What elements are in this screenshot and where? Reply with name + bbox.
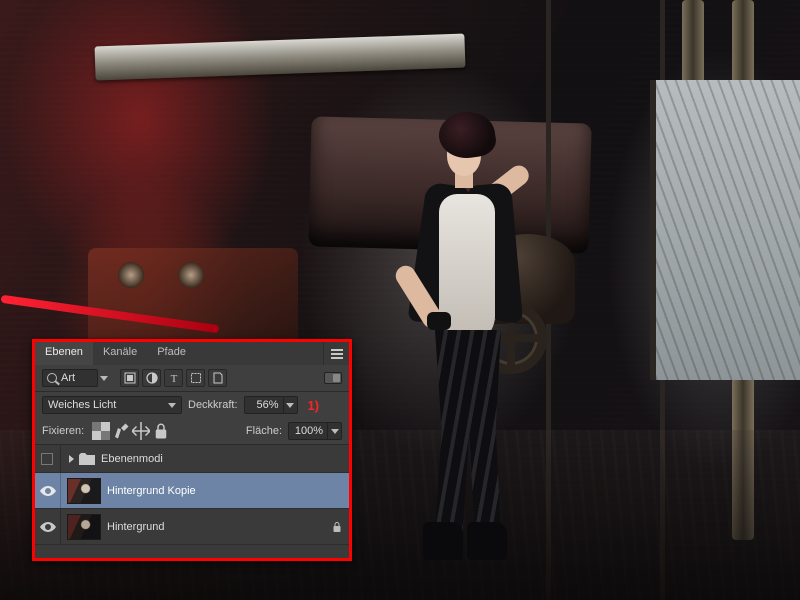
panel-menu-icon[interactable] [323,342,349,365]
opacity-input[interactable]: 56% [244,396,298,414]
filter-toggle[interactable] [324,372,342,384]
lock-label: Fixieren: [42,425,84,437]
layer-group-row[interactable]: Ebenenmodi [35,445,349,473]
layer-name: Hintergrund [107,521,325,533]
layer-name: Hintergrund Kopie [107,485,349,497]
filter-pixel-icon[interactable] [120,369,139,387]
folder-icon [79,453,95,465]
photo-figure [395,112,535,552]
opacity-value: 56% [245,399,283,411]
filter-adjust-icon[interactable] [142,369,161,387]
panel-tabs: Ebenen Kanäle Pfade [35,342,349,365]
fill-value: 100% [289,425,327,437]
lock-transparent-icon[interactable] [92,423,110,439]
filter-smart-icon[interactable] [208,369,227,387]
chevron-down-icon [168,403,176,408]
fill-dropdown[interactable] [327,423,341,439]
blend-row: Weiches Licht Deckkraft: 56% 1) [35,392,349,418]
layer-thumbnail [67,514,101,540]
lock-pixels-icon[interactable] [112,423,130,439]
fill-input[interactable]: 100% [288,422,342,440]
blend-mode-value: Weiches Licht [48,399,116,411]
blend-mode-select[interactable]: Weiches Licht [42,396,182,414]
visibility-toggle[interactable] [35,509,61,544]
layers-panel: Ebenen Kanäle Pfade Art T Weiches Licht … [32,339,352,561]
chevron-down-icon [100,376,108,381]
opacity-label: Deckkraft: [188,399,238,411]
lock-all-icon[interactable] [152,423,170,439]
lock-position-icon[interactable] [132,423,150,439]
filter-kind-label: Art [61,372,75,384]
layer-row[interactable]: Hintergrund [35,509,349,545]
layer-thumbnail [67,478,101,504]
tab-channels[interactable]: Kanäle [93,342,147,365]
layer-name: Ebenenmodi [101,453,349,465]
eye-icon [40,486,56,496]
eye-icon [40,522,56,532]
lock-icon [325,521,349,533]
fill-label: Fläche: [246,425,282,437]
search-icon [47,373,57,383]
chevron-down-icon [286,403,294,408]
filter-kind-select[interactable]: Art [42,369,98,387]
filter-type-icon[interactable]: T [164,369,183,387]
svg-text:T: T [170,373,177,384]
visibility-toggle[interactable] [35,473,61,508]
tab-paths[interactable]: Pfade [147,342,196,365]
chevron-down-icon [331,429,339,434]
photo-window [650,80,800,380]
opacity-dropdown[interactable] [283,397,297,413]
annotation-marker: 1) [308,398,320,413]
filter-shape-icon[interactable] [186,369,205,387]
filter-row: Art T [35,365,349,392]
layers-list: Ebenenmodi Hintergrund Kopie Hintergrund [35,445,349,558]
visibility-toggle[interactable] [35,445,61,472]
disclosure-triangle-icon[interactable] [69,455,74,463]
filter-buttons: T [120,369,227,387]
visibility-checkbox-icon [41,453,53,465]
tab-layers[interactable]: Ebenen [35,342,93,365]
layer-row-selected[interactable]: Hintergrund Kopie [35,473,349,509]
lock-row: Fixieren: Fläche: 100% [35,418,349,445]
